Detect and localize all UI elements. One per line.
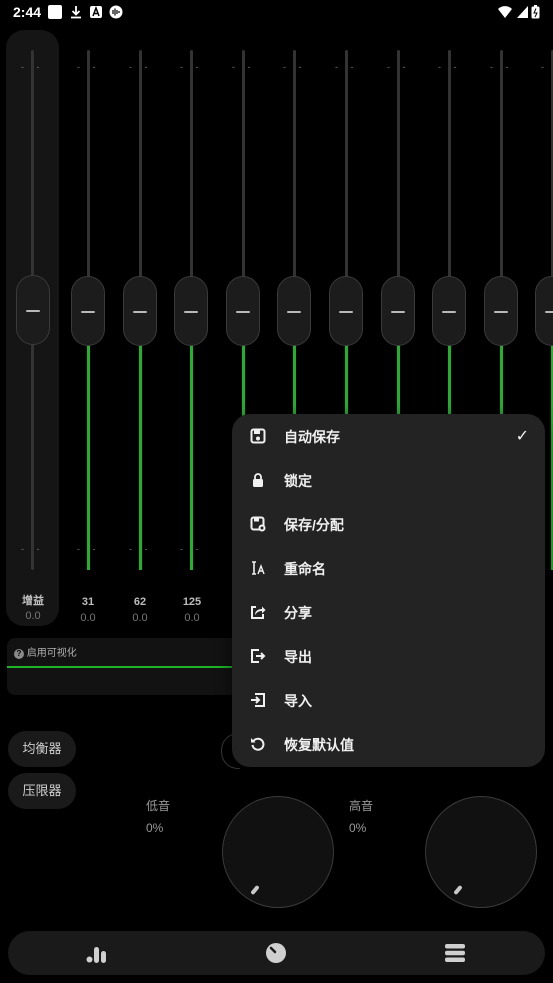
- menu-label-autosave: 自动保存: [284, 429, 340, 445]
- band-slider-ticks: - -: [283, 62, 302, 72]
- band-label-31: 31: [81, 596, 95, 608]
- menu-label-import: 导入: [284, 693, 312, 709]
- band-slider-ticks: - -: [129, 62, 148, 72]
- band-slider-ticks: - -: [180, 62, 199, 72]
- treble-dial[interactable]: [425, 796, 537, 908]
- band-slider-knob[interactable]: [381, 276, 415, 346]
- lock-icon: [253, 473, 263, 487]
- download-icon: [71, 6, 81, 19]
- bass-label: 低音: [146, 799, 171, 813]
- band-slider-knob[interactable]: [71, 276, 105, 346]
- menu-item-export[interactable]: 导出: [232, 634, 545, 678]
- menu-label-share: 分享: [284, 605, 312, 621]
- band-slider-ticks: - -: [77, 544, 96, 554]
- bass-value: 0%: [146, 821, 164, 835]
- band-slider-fill: [87, 345, 90, 570]
- band-slider-ticks: - -: [335, 62, 354, 72]
- gain-label: 增益: [22, 595, 44, 607]
- visualizer-panel[interactable]: ? 启用可视化: [7, 638, 247, 695]
- band-slider-knob[interactable]: [432, 276, 466, 346]
- band-slider-knob[interactable]: [174, 276, 208, 346]
- app-a-icon: [90, 5, 102, 18]
- band-slider-fill: [190, 345, 193, 570]
- menu-label-rename: 重命名: [284, 561, 326, 577]
- visualizer-line: [7, 666, 247, 668]
- equalizer-bars-icon[interactable]: [86, 942, 110, 964]
- notification-square-icon: [48, 5, 62, 19]
- menu-item-restore[interactable]: 恢复默认值: [232, 722, 545, 766]
- check-icon: ✓: [515, 428, 529, 445]
- overflow-menu: 自动保存 ✓ 锁定 保存/分配 重命名 分享 导出 导入 恢复默认值: [232, 414, 545, 767]
- band-value-62: 0.0: [132, 612, 148, 624]
- rename-icon: [252, 561, 265, 575]
- band-slider-knob[interactable]: [123, 276, 157, 346]
- band-slider-knob[interactable]: [226, 276, 260, 346]
- menu-label-lock: 锁定: [284, 473, 312, 489]
- save-icon: [250, 428, 266, 444]
- battery-icon: [531, 5, 540, 19]
- gain-ticks-top: - -: [21, 62, 40, 72]
- band-slider-ticks: - -: [180, 544, 199, 554]
- save-assign-icon: [250, 516, 266, 532]
- band-slider-ticks: - -: [77, 62, 96, 72]
- band-slider-ticks: - -: [438, 62, 457, 72]
- menu-item-rename[interactable]: 重命名: [232, 546, 545, 590]
- band-slider-knob[interactable]: [277, 276, 311, 346]
- dial-icon[interactable]: [265, 942, 287, 964]
- gain-value: 0.0: [25, 610, 41, 622]
- restore-icon: [251, 737, 265, 751]
- band-slider-ticks: - -: [129, 544, 148, 554]
- treble-dial-indicator: [453, 884, 463, 896]
- band-slider-knob[interactable]: [535, 276, 553, 346]
- band-slider-ticks: - -: [541, 62, 553, 82]
- status-time: 2:44: [13, 4, 42, 20]
- band-slider-fill: [139, 345, 142, 570]
- limiter-button[interactable]: 压限器: [8, 773, 76, 809]
- bass-dial-indicator: [250, 884, 260, 896]
- menu-item-autosave[interactable]: 自动保存 ✓: [232, 414, 545, 458]
- share-icon: [251, 606, 266, 619]
- band-slider-knob[interactable]: [329, 276, 363, 346]
- band-slider-ticks: - -: [387, 62, 406, 72]
- signal-icon: [517, 6, 528, 18]
- menu-stack-icon[interactable]: [444, 943, 466, 963]
- treble-value: 0%: [349, 821, 367, 835]
- band-slider-ticks: - -: [490, 62, 509, 72]
- band-slider-ticks: - -: [232, 62, 251, 72]
- export-icon: [251, 649, 266, 663]
- equalizer-button[interactable]: 均衡器: [8, 731, 76, 767]
- bass-dial[interactable]: [222, 796, 334, 908]
- menu-item-save-assign[interactable]: 保存/分配: [232, 502, 545, 546]
- band-value-31: 0.0: [80, 612, 96, 624]
- help-icon: ?: [14, 649, 24, 659]
- band-label-125: 125: [182, 596, 202, 608]
- menu-item-import[interactable]: 导入: [232, 678, 545, 722]
- wifi-icon: [498, 6, 512, 18]
- bottom-nav: [8, 931, 545, 975]
- band-slider-knob[interactable]: [484, 276, 518, 346]
- menu-label-restore: 恢复默认值: [284, 737, 354, 753]
- gain-ticks-bottom: - -: [21, 544, 40, 554]
- band-label-62: 62: [133, 596, 147, 608]
- menu-item-lock[interactable]: 锁定: [232, 458, 545, 502]
- import-icon: [251, 693, 265, 707]
- treble-label: 高音: [349, 799, 374, 813]
- menu-item-share[interactable]: 分享: [232, 590, 545, 634]
- menu-label-export: 导出: [284, 649, 312, 665]
- audio-app-icon: [109, 5, 123, 19]
- status-bar: 2:44: [0, 0, 553, 24]
- visualizer-toggle[interactable]: ? 启用可视化: [14, 644, 77, 659]
- visualizer-label: 启用可视化: [26, 648, 77, 659]
- band-value-125: 0.0: [184, 612, 200, 624]
- menu-label-save-assign: 保存/分配: [284, 517, 344, 533]
- gain-slider-knob[interactable]: [16, 275, 50, 345]
